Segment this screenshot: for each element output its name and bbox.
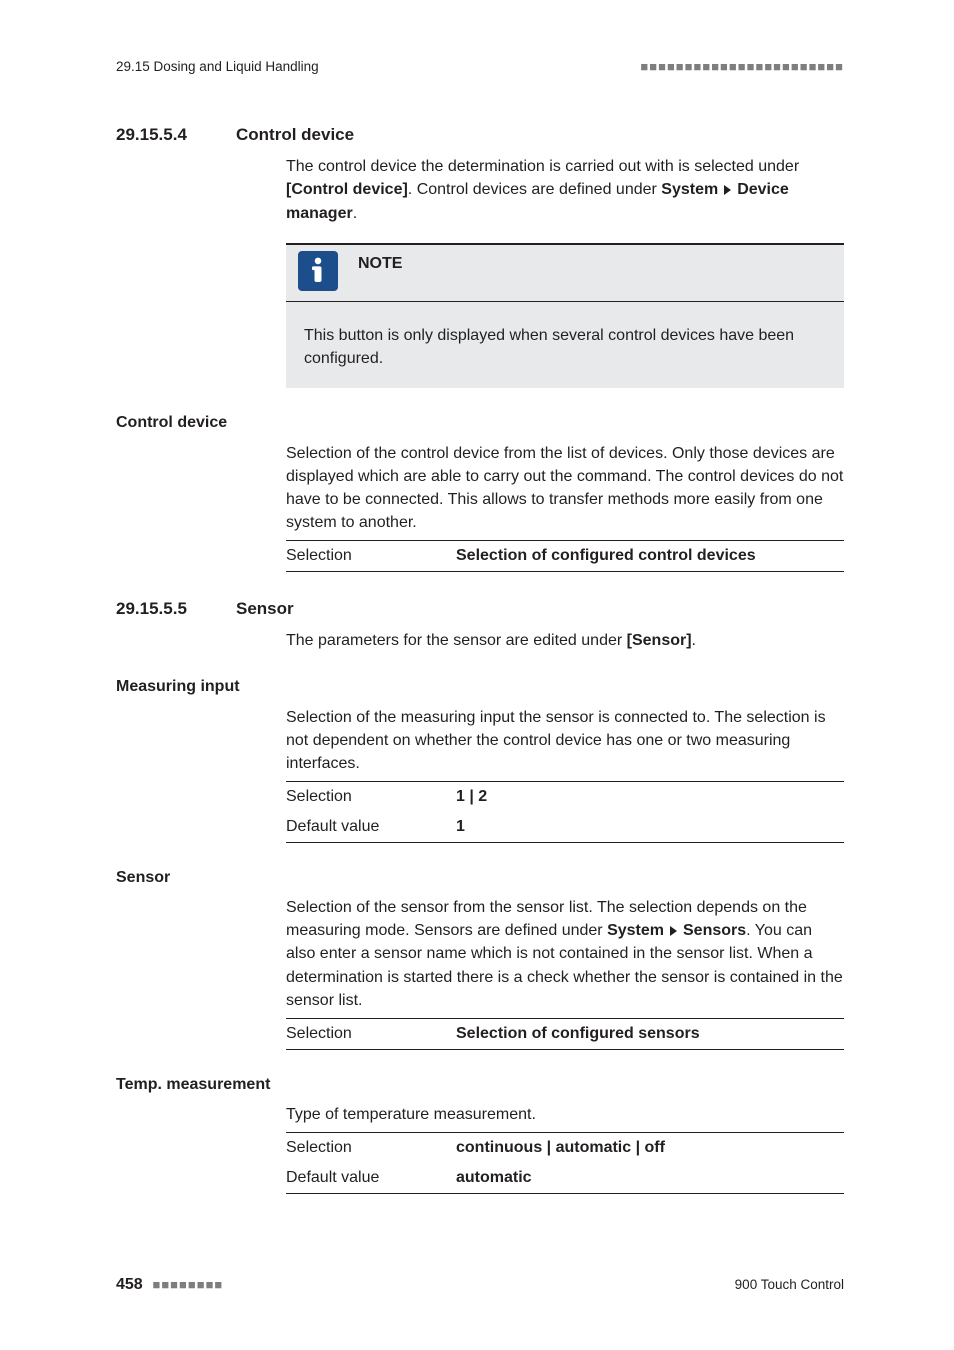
- note-label: NOTE: [358, 251, 402, 275]
- cell-key: Selection: [286, 782, 456, 812]
- side-heading-measuring-input: Measuring input: [116, 676, 844, 698]
- kv-table-sensor: Selection Selection of configured sensor…: [286, 1018, 844, 1050]
- cell-key: Selection: [286, 541, 456, 572]
- sensor-desc: Selection of the sensor from the sensor …: [286, 896, 844, 1012]
- temp-measurement-desc: Type of temperature measurement.: [286, 1103, 844, 1126]
- table-row: Selection continuous | automatic | off: [286, 1133, 844, 1163]
- table-row: Selection Selection of configured contro…: [286, 541, 844, 572]
- cell-key: Default value: [286, 1163, 456, 1193]
- section-heading-control-device: 29.15.5.4 Control device: [116, 124, 844, 147]
- kv-table-control-device: Selection Selection of configured contro…: [286, 540, 844, 572]
- menu-sensors: Sensors: [683, 922, 746, 939]
- table-row: Selection Selection of configured sensor…: [286, 1019, 844, 1050]
- cell-key: Default value: [286, 812, 456, 842]
- section-title: Control device: [236, 124, 354, 147]
- menu-system: System: [661, 181, 718, 198]
- text: The parameters for the sensor are edited…: [286, 632, 627, 649]
- page: 29.15 Dosing and Liquid Handling ■■■■■■■…: [0, 0, 954, 1350]
- header-marks: ■■■■■■■■■■■■■■■■■■■■■■■: [640, 58, 844, 76]
- header-section-path: 29.15 Dosing and Liquid Handling: [116, 58, 319, 76]
- cell-value: Selection of configured control devices: [456, 541, 844, 572]
- note-box: NOTE This button is only displayed when …: [286, 243, 844, 388]
- note-body: This button is only displayed when sever…: [286, 302, 844, 388]
- table-row: Default value automatic: [286, 1163, 844, 1193]
- side-heading-control-device: Control device: [116, 412, 844, 434]
- footer-marks: ■■■■■■■■: [152, 1277, 223, 1292]
- section-number: 29.15.5.4: [116, 124, 236, 147]
- side-heading-sensor: Sensor: [116, 867, 844, 889]
- section-number: 29.15.5.5: [116, 598, 236, 621]
- table-row: Selection 1 | 2: [286, 782, 844, 812]
- ui-ref-control-device: [Control device]: [286, 181, 408, 198]
- side-heading-temp-measurement: Temp. measurement: [116, 1074, 844, 1096]
- menu-system: System: [607, 922, 664, 939]
- cell-key: Selection: [286, 1019, 456, 1050]
- measuring-input-desc: Selection of the measuring input the sen…: [286, 706, 844, 776]
- section-heading-sensor: 29.15.5.5 Sensor: [116, 598, 844, 621]
- cell-value: 1 | 2: [456, 782, 844, 812]
- intro-paragraph: The control device the determination is …: [286, 155, 844, 225]
- text: .: [692, 632, 696, 649]
- text: . Control devices are defined under: [408, 181, 661, 198]
- sensor-intro: The parameters for the sensor are edited…: [286, 629, 844, 652]
- footer-product: 900 Touch Control: [735, 1276, 844, 1294]
- text: .: [353, 205, 357, 222]
- info-icon: [298, 251, 338, 291]
- breadcrumb-sep-icon: [724, 185, 731, 195]
- table-row: Default value 1: [286, 812, 844, 842]
- cell-value: automatic: [456, 1163, 844, 1193]
- cell-value: continuous | automatic | off: [456, 1133, 844, 1163]
- breadcrumb-sep-icon: [670, 926, 677, 936]
- cell-value: Selection of configured sensors: [456, 1019, 844, 1050]
- page-number: 458: [116, 1276, 143, 1293]
- note-header: NOTE: [286, 245, 844, 302]
- page-footer: 458 ■■■■■■■■ 900 Touch Control: [116, 1274, 844, 1296]
- ui-ref-sensor: [Sensor]: [627, 632, 692, 649]
- running-header: 29.15 Dosing and Liquid Handling ■■■■■■■…: [116, 58, 844, 76]
- cell-key: Selection: [286, 1133, 456, 1163]
- footer-left: 458 ■■■■■■■■: [116, 1274, 223, 1296]
- text: The control device the determination is …: [286, 158, 799, 175]
- section-title: Sensor: [236, 598, 294, 621]
- control-device-desc: Selection of the control device from the…: [286, 442, 844, 535]
- cell-value: 1: [456, 812, 844, 842]
- kv-table-measuring-input: Selection 1 | 2 Default value 1: [286, 781, 844, 842]
- kv-table-temp-measurement: Selection continuous | automatic | off D…: [286, 1132, 844, 1193]
